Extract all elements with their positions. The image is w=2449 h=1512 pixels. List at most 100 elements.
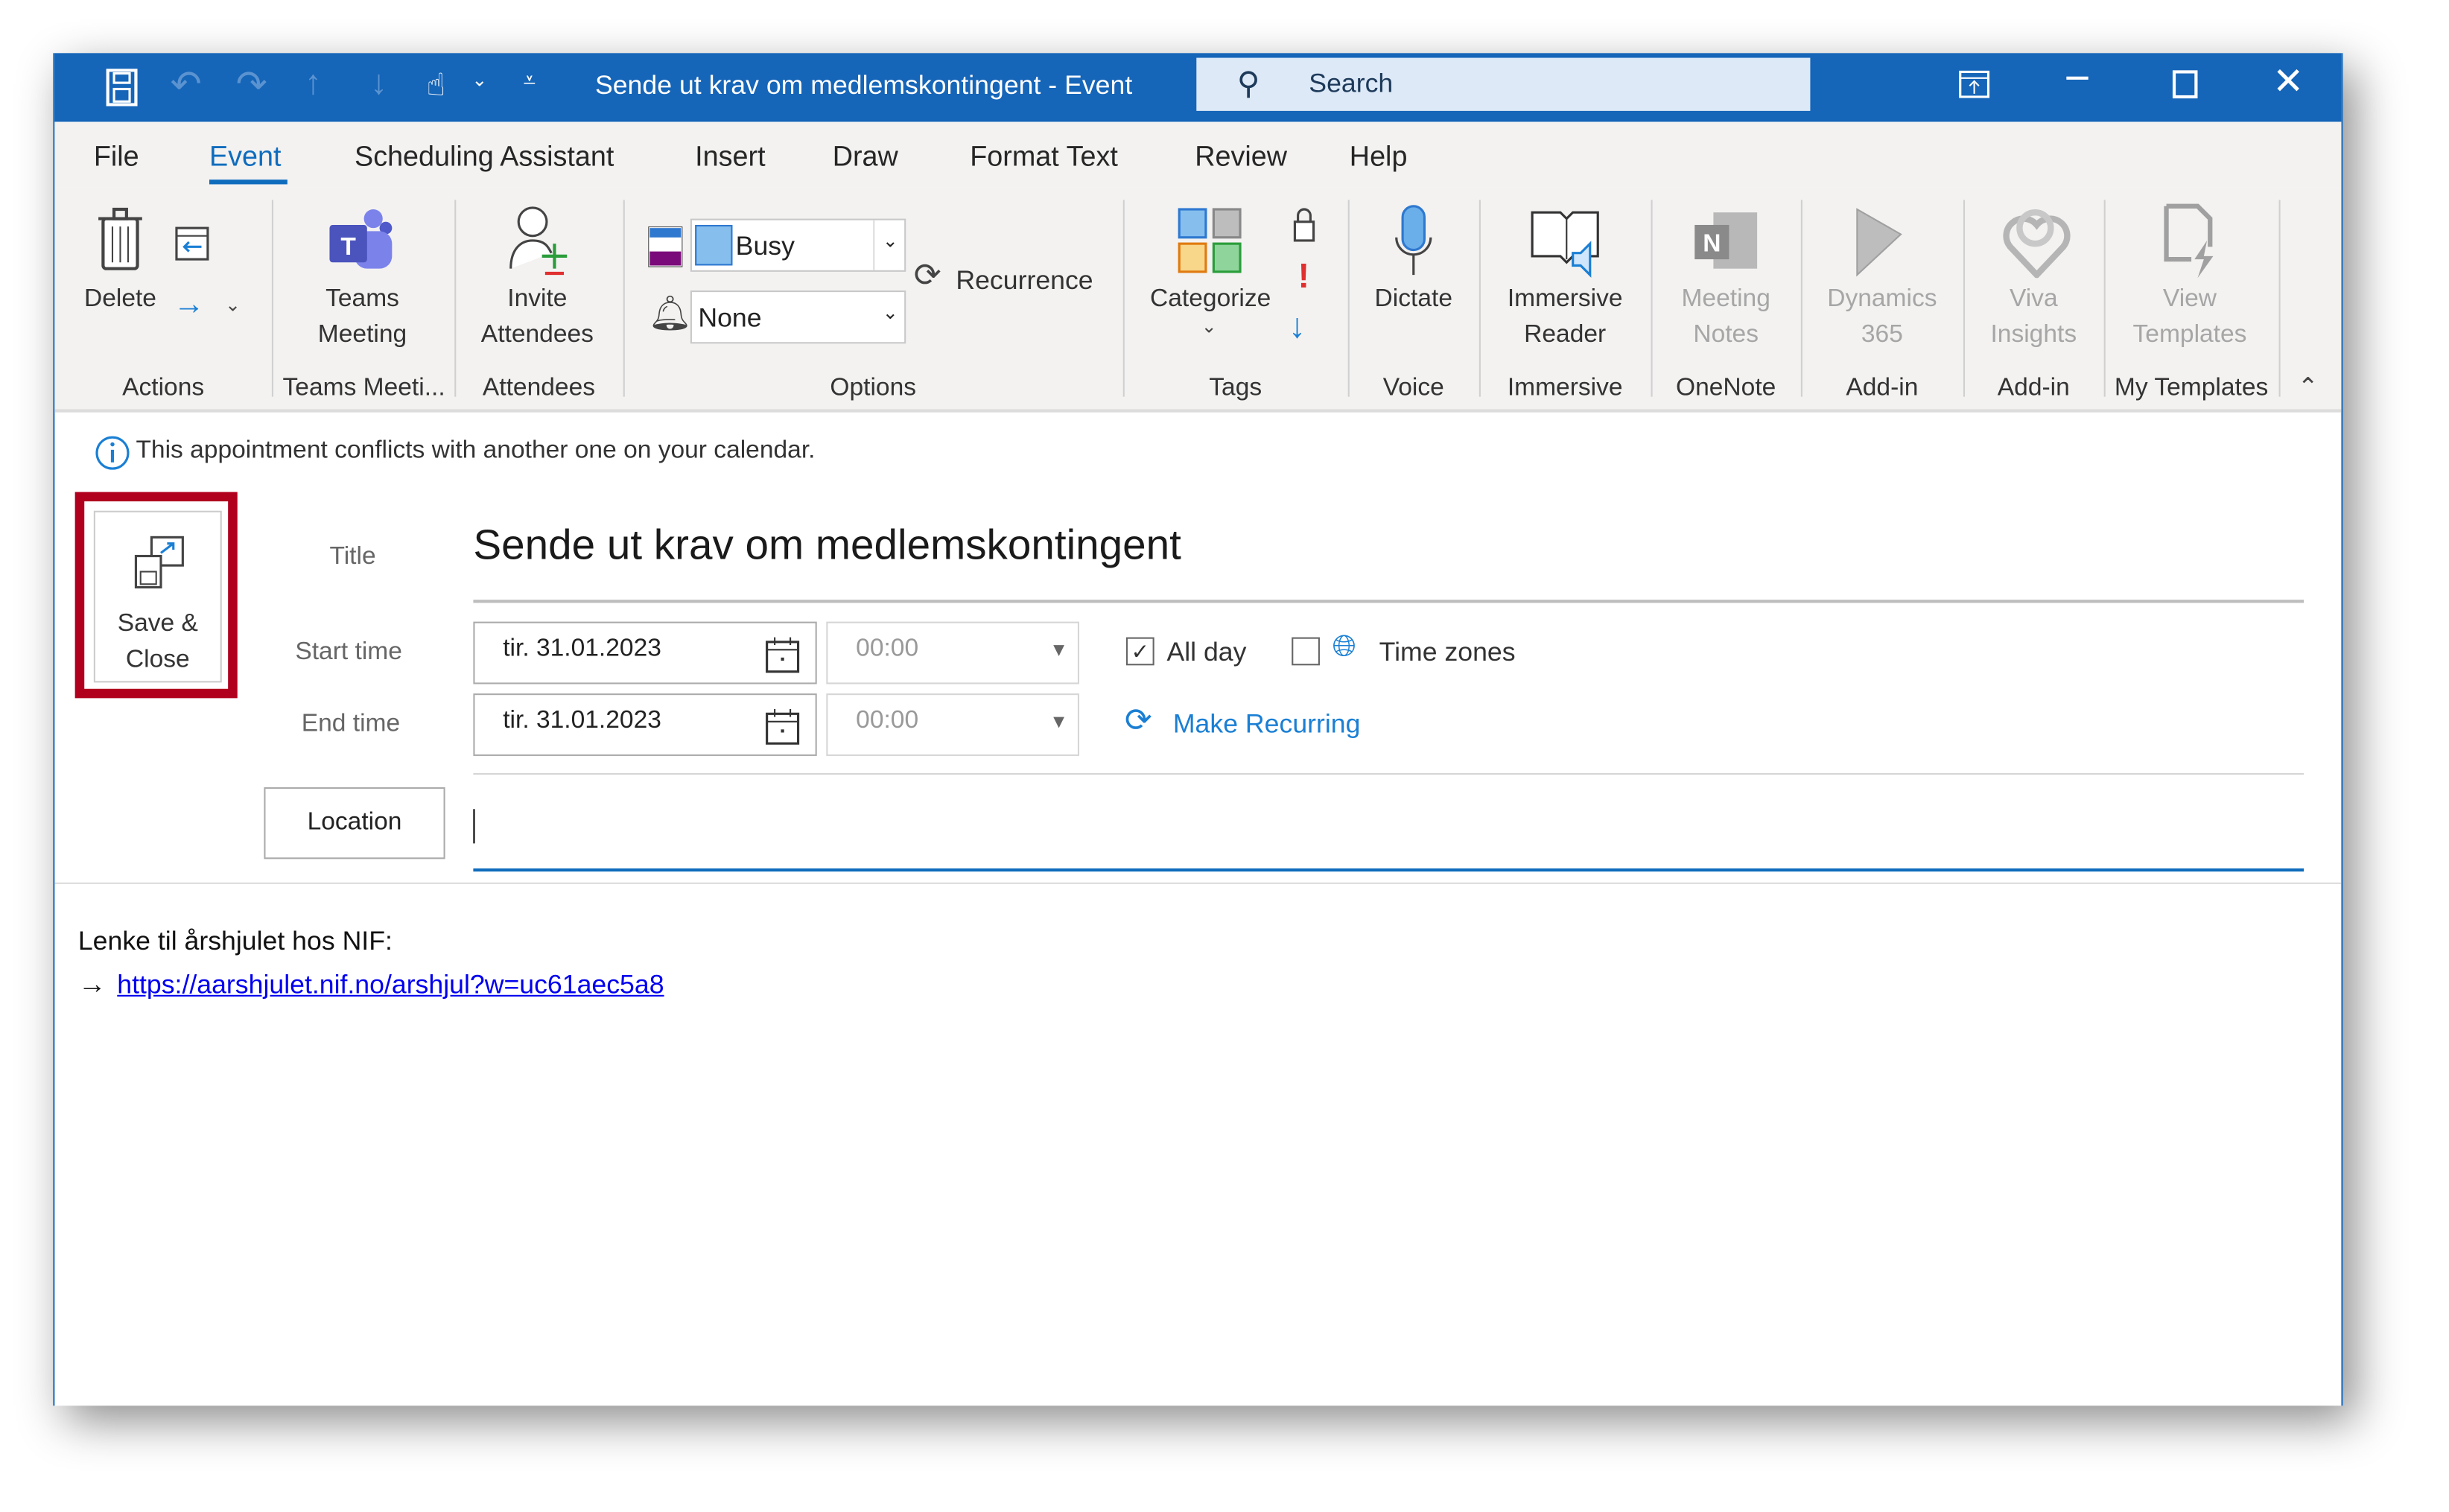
save-line2: Close	[125, 647, 190, 673]
ribbon-display-icon[interactable]	[1959, 70, 1990, 98]
tab-format-text[interactable]: Format Text	[970, 141, 1118, 174]
group-label-tags: Tags	[1209, 375, 1262, 401]
chevron-down-icon[interactable]: ⌄	[471, 69, 487, 90]
arrow-down-icon[interactable]: ↓	[370, 63, 387, 104]
group-label-voice: Voice	[1382, 375, 1444, 401]
svg-text:N: N	[1703, 230, 1721, 258]
all-day-label: All day	[1166, 637, 1247, 667]
tab-file[interactable]: File	[94, 141, 139, 174]
show-as-dropdown[interactable]: Busy ⌄	[690, 218, 906, 272]
categorize-icon	[1178, 208, 1242, 273]
info-icon	[95, 436, 130, 470]
categorize-button[interactable]: Categorize	[1139, 281, 1283, 317]
invite-attendees-icon	[509, 206, 568, 276]
ribbon-tabs: File Event Scheduling Assistant Insert D…	[54, 121, 2342, 188]
group-label-immersive: Immersive	[1507, 375, 1623, 401]
start-date-field[interactable]: tir. 31.01.2023	[473, 621, 817, 684]
forward-icon[interactable]: →	[174, 288, 205, 323]
make-recurring-link[interactable]: Make Recurring	[1173, 709, 1361, 740]
dynamics-365-button[interactable]: Dynamics 365	[1801, 281, 1963, 352]
outlook-event-window: ↶ ↷ ↑ ↓ ☝ ⌄ ⩡ Sende ut krav om medlemsko…	[53, 53, 2343, 1406]
end-time-dropdown[interactable]: 00:00 ▼	[826, 693, 1080, 756]
touch-mode-icon[interactable]: ☝	[426, 66, 445, 104]
time-zones-checkbox[interactable]	[1292, 637, 1320, 666]
start-time-label: Start time	[295, 638, 402, 666]
end-date-field[interactable]: tir. 31.01.2023	[473, 693, 817, 756]
group-label-options: Options	[830, 375, 917, 401]
group-label-addin: Add-in	[1846, 375, 1919, 401]
divider	[1122, 200, 1125, 397]
group-label-teams: Teams Meeti...	[282, 375, 445, 401]
delete-icon	[98, 207, 142, 270]
view-templates-button[interactable]: View Templates	[2104, 281, 2276, 352]
save-icon[interactable]	[104, 69, 139, 107]
save-close-label: Save & Close	[95, 606, 220, 678]
dictate-button[interactable]: Dictate	[1348, 281, 1479, 317]
title-label: Title	[329, 543, 376, 571]
meeting-notes-button[interactable]: Meeting Notes	[1651, 281, 1801, 352]
maximize-button[interactable]	[2172, 70, 2198, 99]
calendar-icon[interactable]	[766, 708, 800, 745]
start-time-dropdown[interactable]: 00:00 ▼	[826, 621, 1080, 684]
dynamics-line2: 365	[1861, 321, 1903, 349]
calendar-icon[interactable]	[766, 635, 800, 673]
divider	[623, 200, 625, 397]
collapse-ribbon-icon[interactable]: ⌃	[2298, 372, 2319, 403]
start-date-value: tir. 31.01.2023	[503, 635, 661, 663]
low-importance-icon[interactable]: ↓	[1289, 306, 1306, 347]
minimize-button[interactable]	[2066, 76, 2089, 80]
onenote-icon: N	[1694, 212, 1758, 269]
tab-draw[interactable]: Draw	[833, 141, 898, 174]
bell-icon: 🔔︎	[648, 293, 692, 333]
immersive-line2: Reader	[1524, 321, 1607, 349]
immersive-line1: Immersive	[1507, 285, 1623, 313]
tab-scheduling-assistant[interactable]: Scheduling Assistant	[355, 141, 614, 174]
recurring-icon: ⟳	[1124, 702, 1152, 739]
title-input[interactable]: Sende ut krav om medlemskontingent	[473, 521, 1181, 570]
chevron-down-icon[interactable]: ⌄	[1201, 316, 1217, 337]
save-line1: Save &	[117, 610, 198, 638]
ribbon: Delete → ⌄ Actions T Teams Meeting Teams …	[54, 187, 2342, 413]
location-input[interactable]	[473, 796, 2305, 872]
recurrence-button[interactable]: Recurrence	[956, 265, 1093, 296]
invite-line1: Invite	[507, 285, 568, 313]
search-placeholder: Search	[1309, 69, 1394, 99]
viva-insights-button[interactable]: Viva Insights	[1963, 281, 2104, 352]
undo-icon[interactable]: ↶	[171, 63, 202, 108]
delete-button[interactable]: Delete	[77, 281, 164, 317]
location-button[interactable]: Location	[264, 787, 445, 860]
tab-event[interactable]: Event	[209, 141, 282, 174]
private-lock-icon[interactable]	[1292, 206, 1317, 244]
active-tab-indicator	[209, 180, 288, 185]
end-time-label: End time	[301, 711, 401, 737]
end-time-value: 00:00	[856, 707, 919, 734]
viva-line1: Viva	[2009, 285, 2058, 313]
close-button[interactable]: ✕	[2272, 60, 2304, 105]
reminder-dropdown[interactable]: None ⌄	[690, 290, 906, 344]
arrow-right-icon: →	[77, 968, 107, 1000]
view-templates-icon	[2164, 203, 2214, 279]
nif-link[interactable]: https://aarshjulet.nif.no/arshjul?w=uc61…	[117, 970, 664, 1001]
title-underline	[473, 600, 2305, 603]
save-close-button[interactable]: Save & Close	[93, 510, 222, 683]
show-as-icon	[648, 226, 683, 267]
search-box[interactable]: ⚲ Search	[1196, 57, 1811, 111]
tab-review[interactable]: Review	[1195, 141, 1287, 174]
tab-help[interactable]: Help	[1350, 141, 1408, 174]
notes-line2: Notes	[1693, 321, 1759, 349]
all-day-checkbox[interactable]: ✓	[1125, 637, 1154, 666]
high-importance-icon[interactable]: !	[1298, 256, 1309, 297]
immersive-reader-button[interactable]: Immersive Reader	[1479, 281, 1651, 352]
invite-attendees-button[interactable]: Invite Attendees	[454, 281, 620, 352]
calendar-back-icon[interactable]	[174, 222, 211, 263]
dynamics-365-icon	[1856, 208, 1902, 277]
teams-meeting-button[interactable]: Teams Meeting	[273, 281, 451, 352]
chevron-down-icon[interactable]: ⌄	[225, 293, 241, 315]
search-icon: ⚲	[1236, 67, 1260, 102]
tab-insert[interactable]: Insert	[695, 141, 765, 174]
customize-qat-icon[interactable]: ⩡	[523, 67, 536, 94]
teams-line1: Teams	[325, 285, 399, 313]
arrow-up-icon[interactable]: ↑	[305, 63, 322, 104]
redo-icon[interactable]: ↷	[236, 63, 267, 108]
group-label-actions: Actions	[122, 375, 205, 401]
